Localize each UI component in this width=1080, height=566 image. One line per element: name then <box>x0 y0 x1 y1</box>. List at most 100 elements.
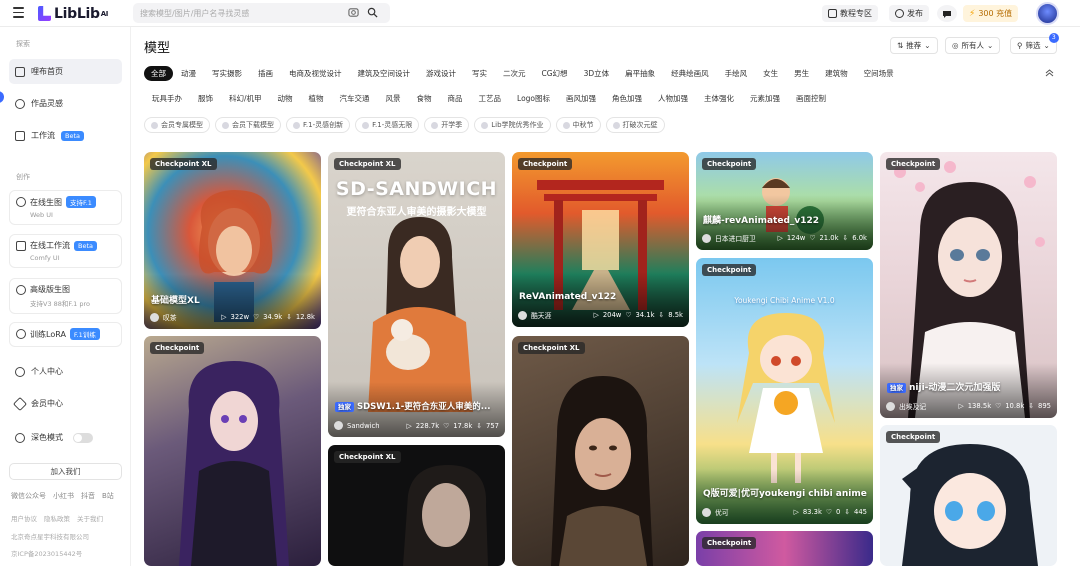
link-xiaohongshu[interactable]: 小红书 <box>53 491 74 501</box>
views-count: 83.3k <box>802 508 822 516</box>
author-name[interactable]: 叹茶 <box>163 312 217 322</box>
category-tag[interactable]: 画面控制 <box>788 91 834 106</box>
link-terms[interactable]: 用户协议 <box>11 513 37 523</box>
sidebar-item-home[interactable]: 哩布首页 <box>9 59 122 84</box>
message-button[interactable] <box>937 5 957 22</box>
avatar[interactable] <box>1036 2 1059 25</box>
create-card-lora[interactable]: 训练LoRA F.1训练 <box>9 322 122 347</box>
category-tag[interactable]: 玩具手办 <box>144 91 190 106</box>
model-card[interactable]: Checkpoint XL 基础模型XL 叹茶 ▷ 322w ♡ 34.9k ⇩ 12.8k <box>144 152 321 329</box>
link-privacy[interactable]: 隐私政策 <box>44 513 70 523</box>
create-card-web-ui[interactable]: 在线生图 支持F.1 Web UI <box>9 190 122 225</box>
category-tag[interactable]: 手绘风 <box>717 66 756 81</box>
author-name[interactable]: 优可 <box>715 507 790 517</box>
sidebar-item-member[interactable]: 会员中心 <box>9 391 122 416</box>
chat-icon <box>943 10 951 18</box>
author-name[interactable]: 出埃及记 <box>899 401 955 411</box>
image-search-icon[interactable] <box>348 7 359 18</box>
model-card[interactable]: Checkpoint 独家 niji-动漫二次元加强版 出埃及记 ▷ 138.5k ♡ 1… <box>880 152 1057 418</box>
category-tag[interactable]: 人物加强 <box>650 91 696 106</box>
model-card[interactable]: Youkengi Chibi Anime V1.0 Checkpoint Q版可… <box>696 258 873 524</box>
topic-pill[interactable]: F.1-灵感无限 <box>355 117 420 133</box>
model-card[interactable]: Checkpoint XL <box>512 336 689 566</box>
publish-button[interactable]: 发布 <box>889 5 929 22</box>
topic-pill[interactable]: 打破次元壁 <box>605 117 665 133</box>
category-tag[interactable]: 经典绘画风 <box>663 66 717 81</box>
author-name[interactable]: 酷天涯 <box>531 310 590 320</box>
link-douyin[interactable]: 抖音 <box>81 491 95 501</box>
sidebar-item-workflow[interactable]: 工作流 Beta <box>9 123 122 148</box>
category-tag[interactable]: 动漫 <box>173 66 204 81</box>
model-card[interactable]: Checkpoint <box>880 425 1057 566</box>
category-tag[interactable]: 风景 <box>378 91 409 106</box>
category-tag[interactable]: 建筑物 <box>817 66 856 81</box>
category-tag[interactable]: 画风加强 <box>558 91 604 106</box>
icp-number[interactable]: 京ICP备2023015442号 <box>11 548 82 558</box>
model-card[interactable]: Checkpoint ReVAnimated_v122 酷天涯 ▷ 204w ♡ 34.… <box>512 152 689 327</box>
model-card[interactable]: SD-SANDWICH 更符合东亚人审美的摄影大模型 Checkpoint XL… <box>328 152 505 437</box>
link-bilibili[interactable]: B站 <box>102 491 114 501</box>
tutorial-button[interactable]: 教程专区 <box>822 5 878 22</box>
topic-pill[interactable]: Lib学院优秀作业 <box>474 117 551 133</box>
category-tag[interactable]: 元素加强 <box>742 91 788 106</box>
sort-dropdown[interactable]: ⇅ 推荐 ⌄ <box>890 37 938 54</box>
category-tag[interactable]: 服饰 <box>190 91 221 106</box>
category-tag[interactable]: 角色加强 <box>604 91 650 106</box>
category-tag[interactable]: 科幻/机甲 <box>221 91 270 106</box>
dark-mode-toggle[interactable] <box>73 432 93 443</box>
sidebar-item-inspiration[interactable]: 作品灵感 <box>9 91 122 116</box>
link-about[interactable]: 关于我们 <box>77 513 103 523</box>
category-tag[interactable]: 游戏设计 <box>418 66 464 81</box>
sidebar-item-personal[interactable]: 个人中心 <box>9 359 122 384</box>
category-tag[interactable]: 女生 <box>755 66 786 81</box>
recharge-button[interactable]: ⚡ 300 充值 <box>963 5 1019 22</box>
category-tag[interactable]: 男生 <box>786 66 817 81</box>
model-card[interactable]: Checkpoint 麒麟-revAnimated_v122 日本进口厨卫 ▷ 12… <box>696 152 873 250</box>
collapse-icon[interactable] <box>1045 69 1054 77</box>
category-tag[interactable]: 3D立体 <box>576 66 618 81</box>
link-wechat[interactable]: 微信公众号 <box>11 491 46 501</box>
filter-dropdown[interactable]: ⚲ 筛选 ⌄ 3 <box>1010 33 1059 54</box>
category-tag[interactable]: 主体强化 <box>696 91 742 106</box>
topic-pill[interactable]: 开学季 <box>424 117 470 133</box>
logo[interactable]: LibLib AI <box>38 5 108 22</box>
menu-icon[interactable] <box>13 7 24 18</box>
category-tag[interactable]: Logo图标 <box>509 91 558 106</box>
card-title: 训练LoRA <box>30 329 66 339</box>
join-us-button[interactable]: 加入我们 <box>9 463 122 480</box>
category-tag[interactable]: 商品 <box>440 91 471 106</box>
category-tag[interactable]: CG幻想 <box>534 66 576 81</box>
author-name[interactable]: Sandwich <box>347 422 403 430</box>
create-card-comfy[interactable]: 在线工作流 Beta Comfy UI <box>9 234 122 268</box>
sort-icon: ⇅ <box>897 41 904 50</box>
category-tag[interactable]: 扁平抽象 <box>617 66 663 81</box>
category-tag[interactable]: 食物 <box>409 91 440 106</box>
category-tag[interactable]: 工艺品 <box>471 91 510 106</box>
author-name[interactable]: 日本进口厨卫 <box>715 233 774 243</box>
category-tag[interactable]: 写实摄影 <box>204 66 250 81</box>
category-tag[interactable]: 电商及视觉设计 <box>281 66 350 81</box>
category-tag[interactable]: 写实 <box>464 66 495 81</box>
category-tag[interactable]: 全部 <box>144 66 173 81</box>
card-artwork <box>179 361 289 566</box>
search-icon[interactable] <box>367 7 378 18</box>
category-tag[interactable]: 建筑及空间设计 <box>350 66 419 81</box>
model-card[interactable]: Checkpoint <box>696 531 873 566</box>
topic-pill[interactable]: F.1-灵感创新 <box>286 117 351 133</box>
topic-pill[interactable]: 会员专属模型 <box>144 117 210 133</box>
model-card[interactable]: Checkpoint XL <box>328 445 505 566</box>
model-card[interactable]: Checkpoint <box>144 336 321 566</box>
category-tag[interactable]: 植物 <box>301 91 332 106</box>
category-tag[interactable]: 插画 <box>250 66 281 81</box>
topic-pill[interactable]: 会员下载模型 <box>215 117 281 133</box>
create-card-advanced[interactable]: 高级版生图 支持V3 88和F.1 pro <box>9 278 122 314</box>
views-count: 322w <box>230 313 250 321</box>
category-tag[interactable]: 空间场景 <box>856 66 902 81</box>
category-tag[interactable]: 动物 <box>270 91 301 106</box>
target-icon <box>16 329 26 339</box>
topic-pill[interactable]: 中秋节 <box>555 117 601 133</box>
owner-dropdown[interactable]: ◎ 所有人 ⌄ <box>945 37 1001 54</box>
category-tag[interactable]: 汽车交通 <box>332 91 378 106</box>
search-input[interactable]: 搜索模型/图片/用户名寻找灵感 <box>133 3 390 23</box>
category-tag[interactable]: 二次元 <box>495 66 534 81</box>
